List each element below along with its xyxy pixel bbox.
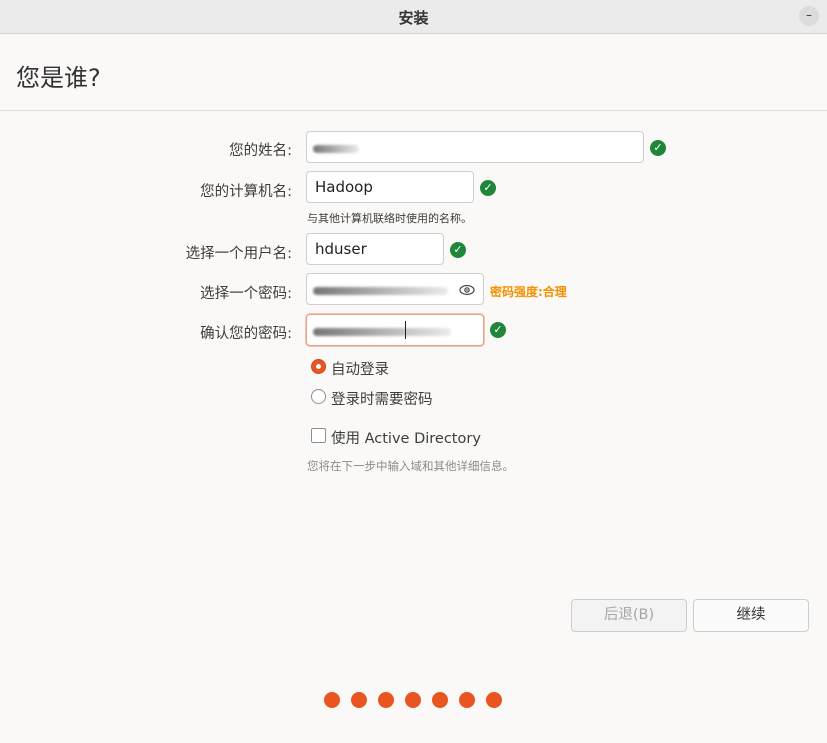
continue-button[interactable]: 继续 (693, 599, 809, 632)
progress-dot (405, 692, 421, 708)
text-cursor (405, 321, 406, 339)
confirm-valid-check-icon: ✓ (490, 322, 506, 338)
progress-dot (432, 692, 448, 708)
auto-login-label[interactable]: 自动登录 (331, 358, 389, 379)
minimize-icon[interactable]: – (799, 6, 819, 26)
active-directory-label[interactable]: 使用 Active Directory (331, 427, 481, 448)
page-title: 您是谁? (16, 64, 101, 92)
require-password-label[interactable]: 登录时需要密码 (331, 388, 433, 409)
computer-valid-check-icon: ✓ (480, 180, 496, 196)
window-title: 安装 (398, 9, 429, 27)
password-label: 选择一个密码: (200, 286, 292, 302)
computer-name-field[interactable]: Hadoop (306, 171, 474, 203)
active-directory-checkbox[interactable] (311, 428, 326, 443)
computer-name-value: Hadoop (315, 178, 373, 196)
masked-password (313, 287, 448, 295)
back-button[interactable]: 后退(B) (571, 599, 687, 632)
masked-confirm-password (313, 328, 451, 336)
header-divider (0, 110, 827, 111)
title-bar: 安装 – (0, 0, 827, 34)
username-valid-check-icon: ✓ (450, 242, 466, 258)
eye-icon[interactable] (459, 284, 475, 296)
confirm-password-field[interactable] (306, 314, 484, 346)
username-value: hduser (315, 240, 367, 258)
require-password-radio[interactable] (311, 389, 326, 404)
computer-name-label: 您的计算机名: (200, 184, 292, 200)
redacted-name (313, 145, 359, 153)
auto-login-radio[interactable] (311, 359, 326, 374)
username-label: 选择一个用户名: (185, 246, 292, 262)
name-field[interactable] (306, 131, 644, 163)
progress-dot (459, 692, 475, 708)
progress-dot (351, 692, 367, 708)
name-valid-check-icon: ✓ (650, 140, 666, 156)
password-field[interactable] (306, 273, 484, 305)
progress-dot (324, 692, 340, 708)
password-strength: 密码强度:合理 (490, 285, 567, 299)
username-field[interactable]: hduser (306, 233, 444, 265)
progress-dot (486, 692, 502, 708)
active-directory-note: 您将在下一步中输入域和其他详细信息。 (307, 459, 514, 473)
computer-name-hint: 与其他计算机联络时使用的名称。 (307, 212, 472, 225)
progress-dot (378, 692, 394, 708)
name-label: 您的姓名: (229, 143, 292, 159)
confirm-password-label: 确认您的密码: (200, 326, 292, 342)
